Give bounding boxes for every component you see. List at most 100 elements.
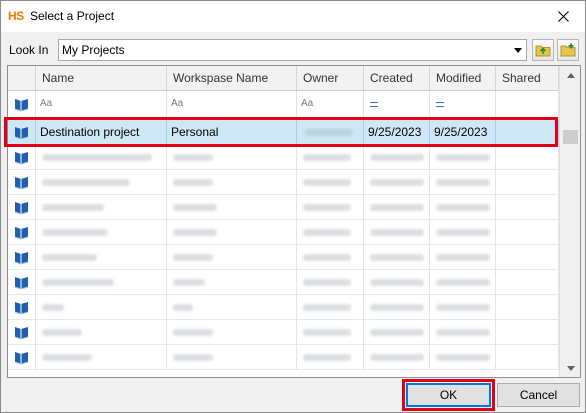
book-icon: [14, 302, 29, 315]
table-cell: [8, 220, 36, 245]
table-cell: [8, 320, 36, 345]
filter-created[interactable]: [364, 91, 430, 118]
redacted-text: [173, 304, 193, 311]
book-icon: [14, 127, 29, 140]
scroll-down-button[interactable]: [560, 360, 580, 377]
table-cell: [36, 170, 167, 195]
table-row-selected[interactable]: Destination project Personal 9/25/2023 9…: [8, 120, 559, 145]
table-cell: [364, 295, 430, 320]
header-name[interactable]: Name: [36, 66, 167, 91]
up-folder-button[interactable]: [532, 39, 554, 61]
filter-name[interactable]: Aa: [36, 91, 167, 118]
scroll-up-button[interactable]: [560, 66, 580, 84]
table-cell: [167, 220, 297, 245]
table-cell: [364, 220, 430, 245]
filter-workspace[interactable]: Aa: [167, 91, 297, 118]
redacted-text: [173, 179, 213, 186]
table-cell: [8, 295, 36, 320]
cell-created: 9/25/2023: [364, 120, 430, 145]
table-cell: [8, 145, 36, 170]
table-cell: [167, 345, 297, 370]
redacted-text: [436, 179, 490, 186]
table-row[interactable]: [8, 195, 559, 220]
header-name-label: Name: [42, 71, 75, 85]
new-folder-button[interactable]: [557, 39, 579, 61]
book-icon: [14, 152, 29, 165]
redacted-text: [303, 204, 351, 211]
filter-name-text: Aa: [40, 98, 53, 109]
header-shared[interactable]: Shared: [496, 66, 559, 91]
header-created[interactable]: Created: [364, 66, 430, 91]
table-row[interactable]: [8, 295, 559, 320]
created-date: 9/25/2023: [368, 125, 422, 139]
header-modified[interactable]: Modified: [430, 66, 496, 91]
chevron-down-icon: [567, 366, 575, 371]
redacted-text: [173, 204, 217, 211]
table-cell: [364, 145, 430, 170]
header-modified-label: Modified: [436, 71, 482, 85]
cell-workspace: Personal: [167, 120, 297, 145]
table-cell: [36, 145, 167, 170]
redacted-text: [370, 329, 424, 336]
redacted-text: [42, 304, 64, 311]
table-cell: [430, 270, 496, 295]
redacted-text: [436, 254, 490, 261]
table-cell: [364, 245, 430, 270]
redacted-text: [42, 354, 92, 361]
book-icon: [14, 227, 29, 240]
look-in-dropdown[interactable]: My Projects: [58, 39, 527, 61]
table-cell: [364, 345, 430, 370]
close-button[interactable]: [541, 1, 585, 32]
redacted-text: [42, 254, 97, 261]
table-row[interactable]: [8, 145, 559, 170]
table-cell: [496, 220, 559, 245]
filter-modified[interactable]: [430, 91, 496, 118]
book-icon: [14, 99, 29, 112]
cell-modified: 9/25/2023: [430, 120, 496, 145]
table-cell: [167, 270, 297, 295]
table-cell: [297, 195, 364, 220]
table-cell: [36, 245, 167, 270]
header-workspace-name[interactable]: Workspase Name: [167, 66, 297, 91]
book-icon: [14, 327, 29, 340]
table-cell: [430, 320, 496, 345]
ok-button[interactable]: OK: [406, 383, 491, 407]
table-row[interactable]: [8, 320, 559, 345]
table-cell: [496, 145, 559, 170]
redacted-text: [303, 354, 351, 361]
table-row[interactable]: [8, 170, 559, 195]
cell-owner: [297, 120, 364, 145]
table-row[interactable]: [8, 245, 559, 270]
redacted-text: [42, 179, 130, 186]
redacted-text: [42, 154, 152, 161]
header-owner[interactable]: Owner: [297, 66, 364, 91]
table-row[interactable]: [8, 220, 559, 245]
redacted-text: [436, 354, 490, 361]
table-cell: [167, 145, 297, 170]
table-cell: [496, 295, 559, 320]
book-icon: [14, 252, 29, 265]
project-grid[interactable]: Name Workspase Name Owner Created Modifi…: [7, 65, 581, 378]
cancel-button[interactable]: Cancel: [497, 383, 580, 407]
book-icon: [14, 277, 29, 290]
redacted-text: [303, 279, 351, 286]
scrollbar-thumb[interactable]: [563, 130, 578, 144]
table-cell: [167, 295, 297, 320]
redacted-text: [303, 254, 351, 261]
title-bar: HS Select a Project: [1, 1, 585, 32]
look-in-label: Look In: [9, 43, 49, 57]
table-cell: [297, 295, 364, 320]
workspace-name: Personal: [171, 125, 219, 139]
redacted-text: [370, 204, 424, 211]
table-cell: [364, 320, 430, 345]
project-name: Destination project: [40, 125, 140, 139]
filter-shared[interactable]: [496, 91, 559, 118]
redacted-text: [370, 354, 424, 361]
filter-workspace-text: Aa: [171, 98, 184, 109]
filter-owner[interactable]: Aa: [297, 91, 364, 118]
book-icon: [14, 352, 29, 365]
vertical-scrollbar[interactable]: [559, 66, 580, 377]
table-cell: [167, 245, 297, 270]
table-row[interactable]: [8, 270, 559, 295]
table-row[interactable]: [8, 345, 559, 370]
